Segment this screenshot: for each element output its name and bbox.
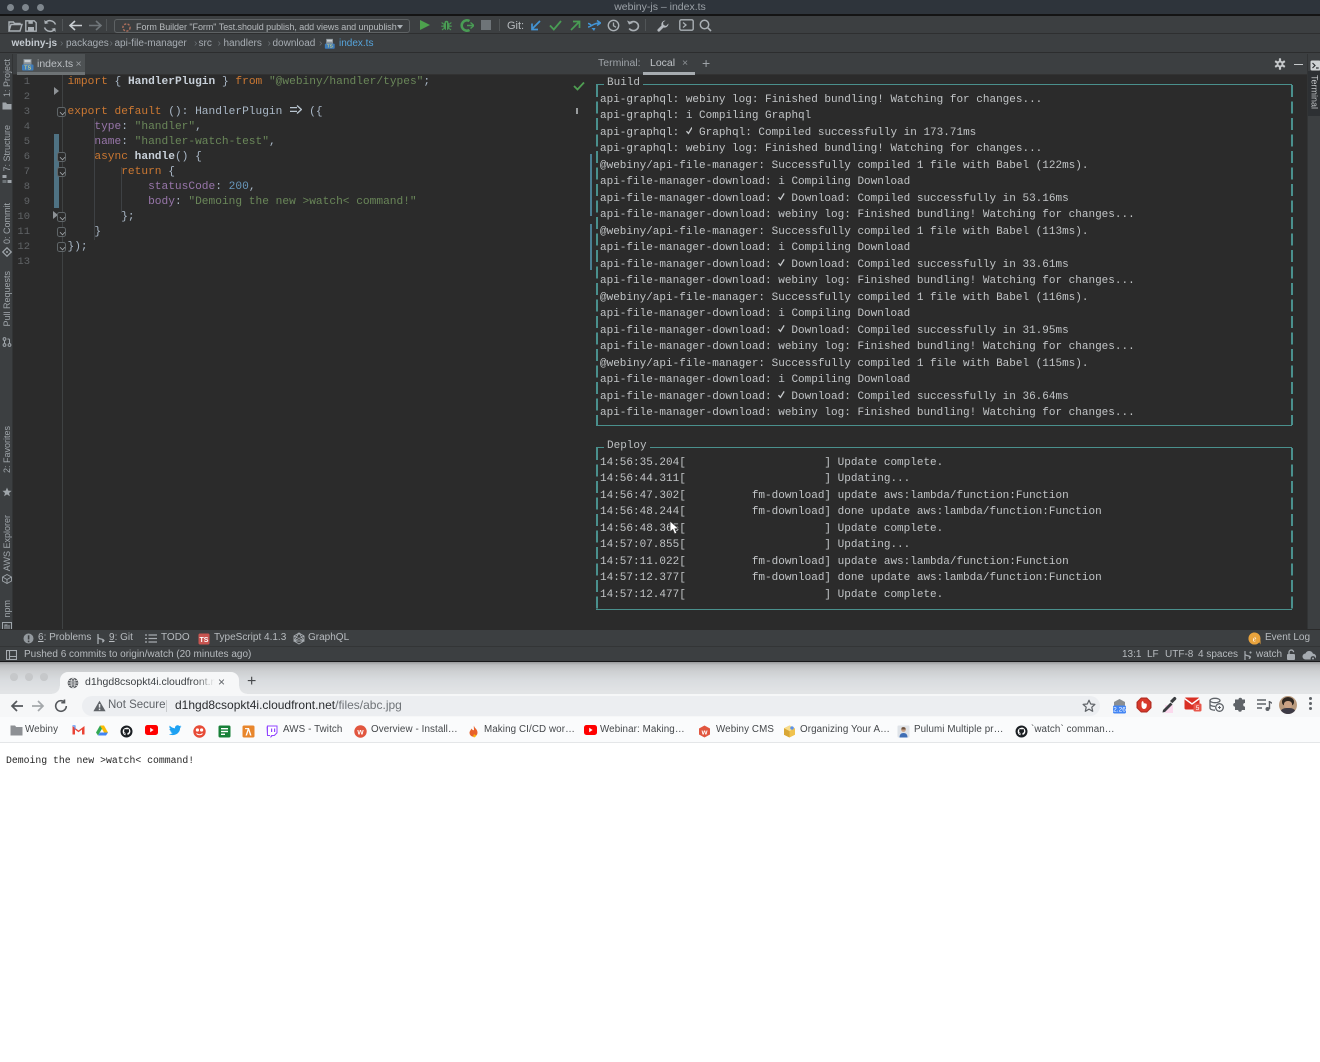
svg-text:TS: TS xyxy=(327,44,333,49)
svg-text:w: w xyxy=(700,727,707,736)
svg-text:2.26: 2.26 xyxy=(1113,707,1126,714)
svg-text:TS: TS xyxy=(200,637,209,644)
svg-text:w: w xyxy=(356,727,364,736)
svg-text:5: 5 xyxy=(1196,705,1200,712)
svg-text:TS: TS xyxy=(24,65,31,71)
svg-text:e: e xyxy=(1253,634,1257,643)
